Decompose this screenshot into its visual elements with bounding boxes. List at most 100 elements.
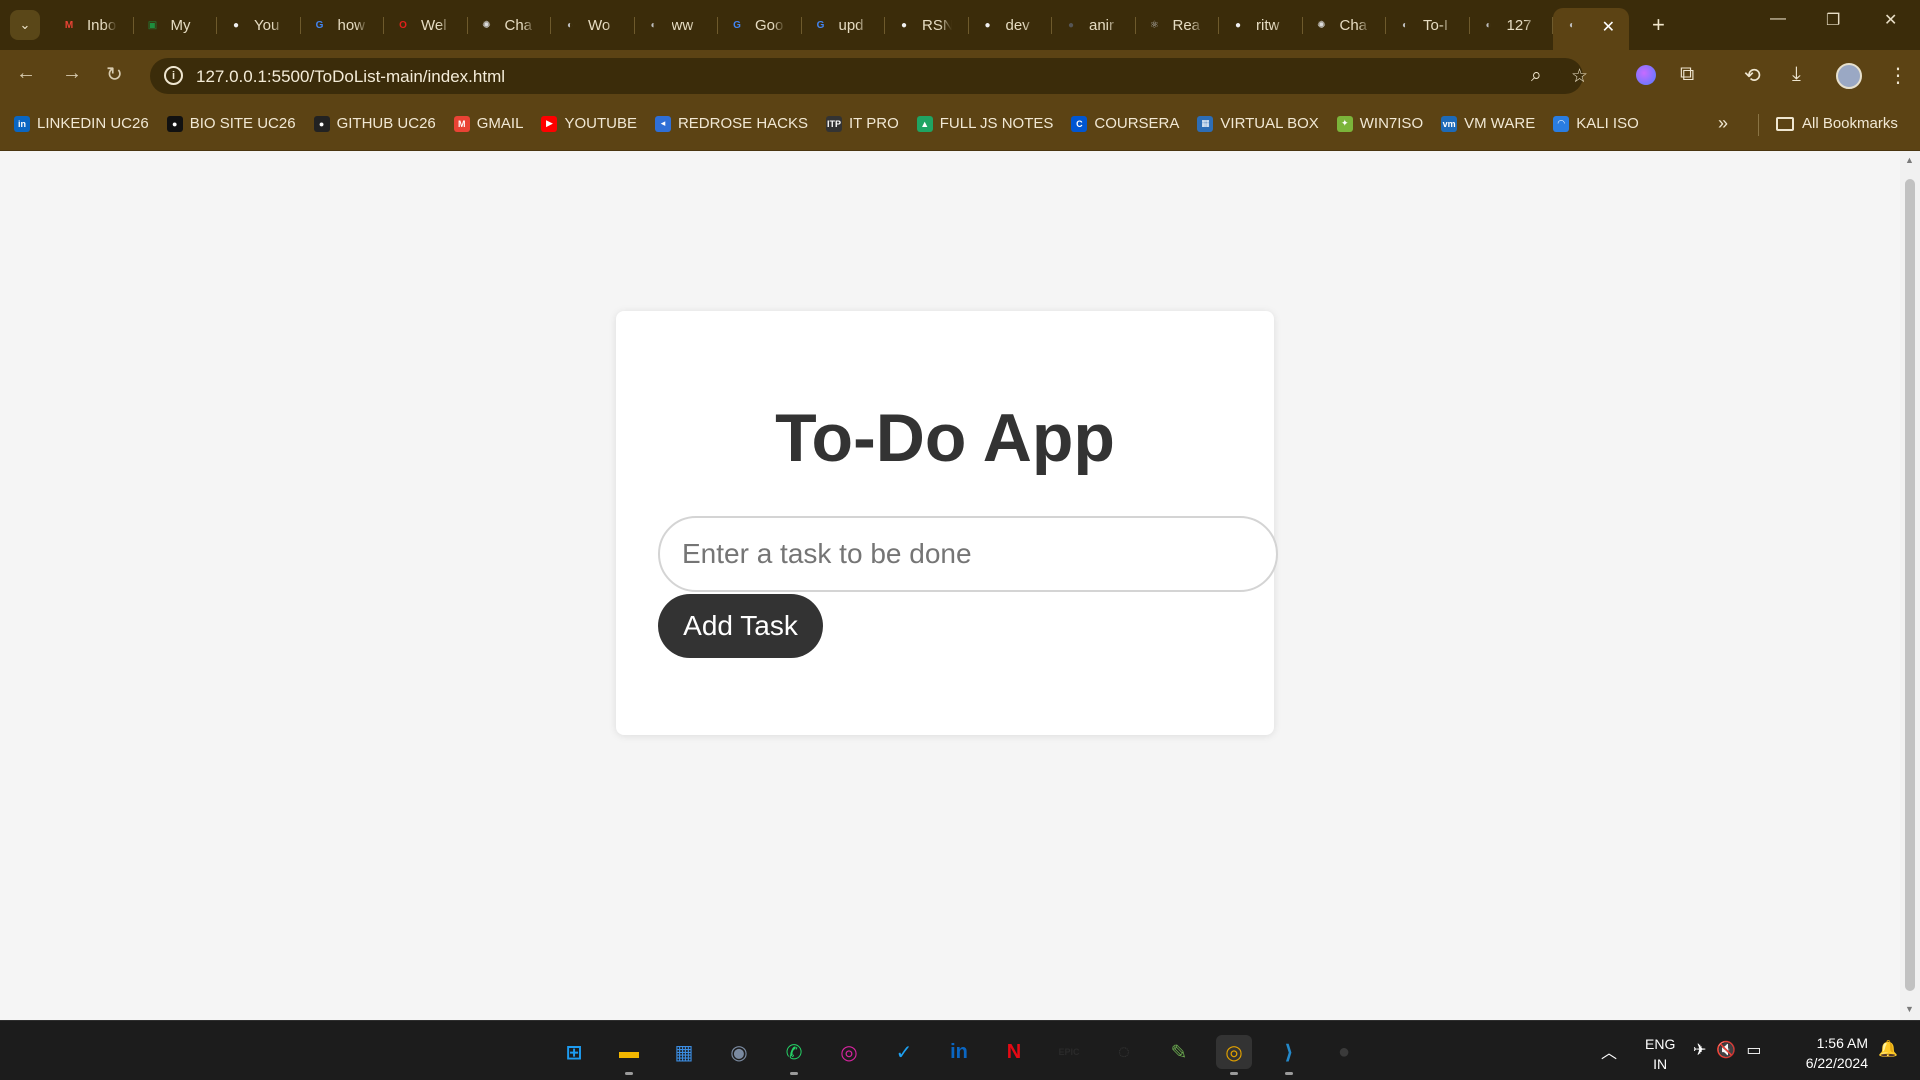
- task-input[interactable]: [658, 516, 1278, 592]
- notepad-icon[interactable]: ✎: [1161, 1035, 1197, 1069]
- profile-avatar[interactable]: [1836, 63, 1862, 89]
- zoom-icon[interactable]: ⌕: [1531, 65, 1542, 87]
- browser-tab[interactable]: ◐ Wo: [551, 8, 635, 42]
- running-indicator: [790, 1072, 798, 1075]
- bookmark-item[interactable]: in LINKEDIN UC26: [14, 115, 149, 132]
- browser-tab[interactable]: ◐ To-I: [1386, 8, 1470, 42]
- epic-games-icon[interactable]: EPIC: [1051, 1035, 1087, 1069]
- close-window-icon[interactable]: ✕: [1884, 10, 1897, 30]
- scroll-thumb[interactable]: [1905, 179, 1915, 991]
- close-tab-icon[interactable]: ✕: [1602, 17, 1615, 37]
- system-clock[interactable]: 1:56 AM 6/22/2024: [1790, 1033, 1868, 1073]
- bookmark-label: IT PRO: [849, 115, 899, 132]
- forward-icon[interactable]: →: [62, 62, 82, 85]
- bookmark-item[interactable]: ● BIO SITE UC26: [166, 115, 296, 132]
- active-tab[interactable]: ◐ ✕: [1553, 8, 1629, 50]
- browser-tab[interactable]: M Inbox: [50, 8, 134, 42]
- bookmark-label: VM WARE: [1464, 115, 1536, 132]
- tray-overflow-icon[interactable]: ︿: [1601, 1039, 1617, 1063]
- bookmark-item[interactable]: ITP IT PRO: [826, 115, 899, 132]
- all-bookmarks-button[interactable]: All Bookmarks: [1776, 115, 1898, 132]
- more-bookmarks-icon[interactable]: »: [1718, 113, 1728, 134]
- netflix-icon[interactable]: N: [996, 1035, 1032, 1069]
- browser-tab[interactable]: ◐ 127: [1470, 8, 1554, 42]
- tab-label: Wel: [421, 16, 447, 34]
- linkedin-icon: in: [14, 115, 30, 132]
- obs-icon[interactable]: ◌: [1106, 1035, 1142, 1069]
- linkedin-icon[interactable]: in: [941, 1035, 977, 1069]
- bookmark-item[interactable]: vm VM WARE: [1441, 115, 1535, 132]
- camera-icon[interactable]: ◉: [721, 1035, 757, 1069]
- app-glyph: ●: [1337, 1040, 1351, 1063]
- address-bar[interactable]: i 127.0.0.1:5500/ToDoList-main/index.htm…: [150, 58, 1588, 94]
- site-info-icon[interactable]: i: [164, 66, 183, 85]
- bookmark-item[interactable]: ▲ FULL JS NOTES: [916, 115, 1053, 132]
- tab-search-button[interactable]: ⌄: [10, 10, 40, 40]
- vscode-icon[interactable]: ⟩: [1271, 1035, 1307, 1075]
- scroll-down-icon[interactable]: ▼: [1905, 1004, 1914, 1014]
- windows-taskbar: ⊞ ▬ ▦ ◉ ✆ ◎ ✓ in N EPIC ◌ ✎ ◎ ⟩ ● ︿ ENG IN ✈🔇▭ 1:56 AM…: [0, 1020, 1920, 1080]
- back-icon[interactable]: ←: [16, 62, 36, 85]
- bookmark-item[interactable]: M GMAIL: [453, 115, 524, 132]
- whatsapp-icon[interactable]: ✆: [776, 1035, 812, 1075]
- extension-icon[interactable]: [1636, 65, 1656, 85]
- minimize-icon[interactable]: —: [1770, 10, 1786, 28]
- gmail-icon: M: [453, 115, 470, 132]
- bookmark-label: WIN7ISO: [1359, 115, 1424, 132]
- browser-tab[interactable]: ● RSN: [885, 8, 969, 42]
- file-explorer-icon[interactable]: ▬: [611, 1035, 647, 1075]
- scroll-up-icon[interactable]: ▲: [1905, 155, 1914, 165]
- bookmark-star-icon[interactable]: ☆: [1571, 65, 1588, 88]
- globe-icon: ◐: [1568, 19, 1576, 31]
- classroom-icon: ▣: [147, 19, 158, 31]
- url-text[interactable]: 127.0.0.1:5500/ToDoList-main/index.html: [196, 67, 505, 87]
- bookmark-item[interactable]: ▶ YOUTUBE: [541, 115, 637, 132]
- bookmark-item[interactable]: ● GITHUB UC26: [313, 115, 436, 132]
- download-icon[interactable]: ⤓: [1792, 63, 1801, 86]
- bookmark-item[interactable]: ◠ KALI ISO: [1553, 115, 1639, 132]
- browser-tab[interactable]: O Wel: [384, 8, 468, 42]
- battery-icon[interactable]: ▭: [1746, 1042, 1771, 1059]
- system-tray-icons[interactable]: ✈🔇▭: [1693, 1040, 1771, 1060]
- browser-tab[interactable]: ⚛ Rea: [1136, 8, 1220, 42]
- github-desktop-icon[interactable]: ●: [1326, 1035, 1362, 1069]
- bookmark-item[interactable]: ✦ WIN7ISO: [1336, 115, 1424, 132]
- browser-tab[interactable]: ✺ Cha: [1303, 8, 1387, 42]
- new-tab-button[interactable]: +: [1652, 12, 1665, 38]
- clock-date: 6/22/2024: [1805, 1055, 1868, 1071]
- add-task-button[interactable]: Add Task: [658, 594, 823, 658]
- network-icon[interactable]: ✈: [1693, 1042, 1716, 1059]
- globe-icon: ◐: [566, 19, 574, 31]
- reload-icon[interactable]: ↻: [106, 62, 123, 87]
- page-scrollbar[interactable]: ▲ ▼: [1900, 151, 1920, 1020]
- browser-tab[interactable]: ◐ ww: [635, 8, 719, 42]
- start-icon[interactable]: ⊞: [556, 1035, 592, 1069]
- browser-tab[interactable]: ✺ Cha: [468, 8, 552, 42]
- notification-bell-icon[interactable]: 🔔: [1878, 1039, 1898, 1059]
- browser-tab[interactable]: ● You: [217, 8, 301, 42]
- menu-kebab-icon[interactable]: ⋮: [1888, 63, 1908, 88]
- restore-icon[interactable]: ❐: [1826, 10, 1840, 30]
- instagram-icon[interactable]: ◎: [831, 1035, 867, 1069]
- tab-label: Wo: [588, 16, 611, 34]
- microsoft-store-icon[interactable]: ▦: [666, 1035, 702, 1069]
- browser-tab[interactable]: ● dev: [969, 8, 1053, 42]
- browser-tab[interactable]: Ghow: [301, 8, 385, 42]
- tab-label: anir: [1089, 16, 1115, 34]
- bookmark-item[interactable]: ◂ REDROSE HACKS: [654, 115, 808, 132]
- browser-tab[interactable]: ● ritw: [1219, 8, 1303, 42]
- browser-tab[interactable]: ● anir: [1052, 8, 1136, 42]
- browser-tab[interactable]: Gupd: [802, 8, 886, 42]
- language-indicator[interactable]: ENG IN: [1645, 1034, 1675, 1074]
- bookmark-item[interactable]: C COURSERA: [1071, 115, 1179, 132]
- extensions-puzzle-icon[interactable]: ⧉: [1680, 63, 1694, 86]
- performance-icon[interactable]: ⟲: [1744, 63, 1761, 88]
- app-glyph: ◎: [840, 1041, 858, 1064]
- chrome-icon[interactable]: ◎: [1216, 1035, 1252, 1075]
- browser-tab[interactable]: G Goo: [718, 8, 802, 42]
- bookmark-item[interactable]: ▦ VIRTUAL BOX: [1197, 115, 1319, 132]
- twitter-icon[interactable]: ✓: [886, 1035, 922, 1069]
- volume-muted-icon[interactable]: 🔇: [1716, 1042, 1746, 1059]
- bookmark-label: GMAIL: [476, 115, 524, 132]
- browser-tab[interactable]: ▣ My: [134, 8, 218, 42]
